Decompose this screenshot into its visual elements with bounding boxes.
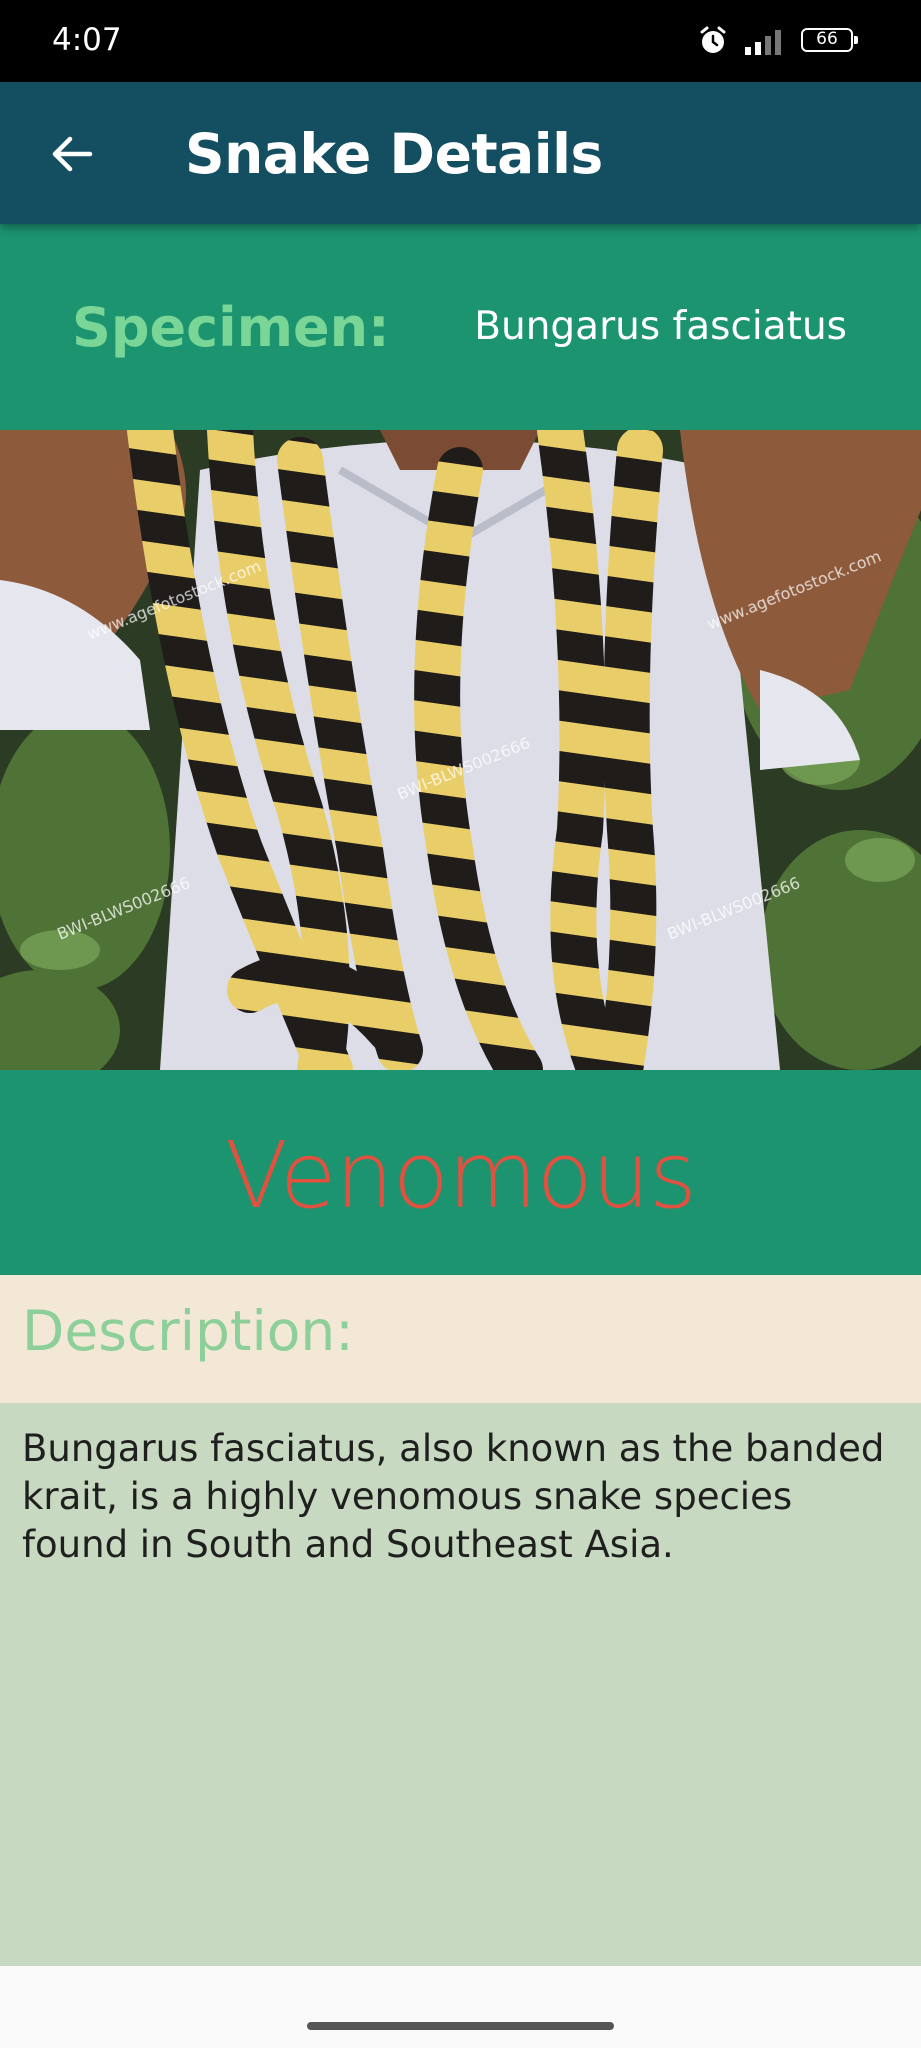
specimen-name: Bungarus fasciatus [474,304,847,349]
alarm-icon [700,26,726,53]
venom-status-row: Venomous [0,1070,921,1275]
description-header: Description: [0,1275,921,1403]
venom-status: Venomous [224,1122,697,1229]
description-body: Bungarus fasciatus, also known as the ba… [0,1403,921,1966]
status-time: 4:07 [52,22,122,58]
gesture-bar[interactable] [307,2022,614,2030]
description-label: Description: [22,1299,354,1363]
description-text: Bungarus fasciatus, also known as the ba… [22,1427,885,1566]
specimen-row: Specimen: Bungarus fasciatus [0,224,921,430]
snake-photo: www.agefotostock.com www.agefotostock.co… [0,430,921,1070]
specimen-label: Specimen: [72,296,390,359]
status-bar: 4:07 66 [0,0,921,82]
app-bar: Snake Details [0,82,921,224]
signal-icon [745,30,781,55]
snake-photo-image: www.agefotostock.com www.agefotostock.co… [0,430,921,1070]
status-icons: 66 [653,24,858,60]
back-arrow-icon[interactable] [50,132,94,176]
page-title: Snake Details [185,122,603,186]
battery-icon: 66 [801,28,858,52]
